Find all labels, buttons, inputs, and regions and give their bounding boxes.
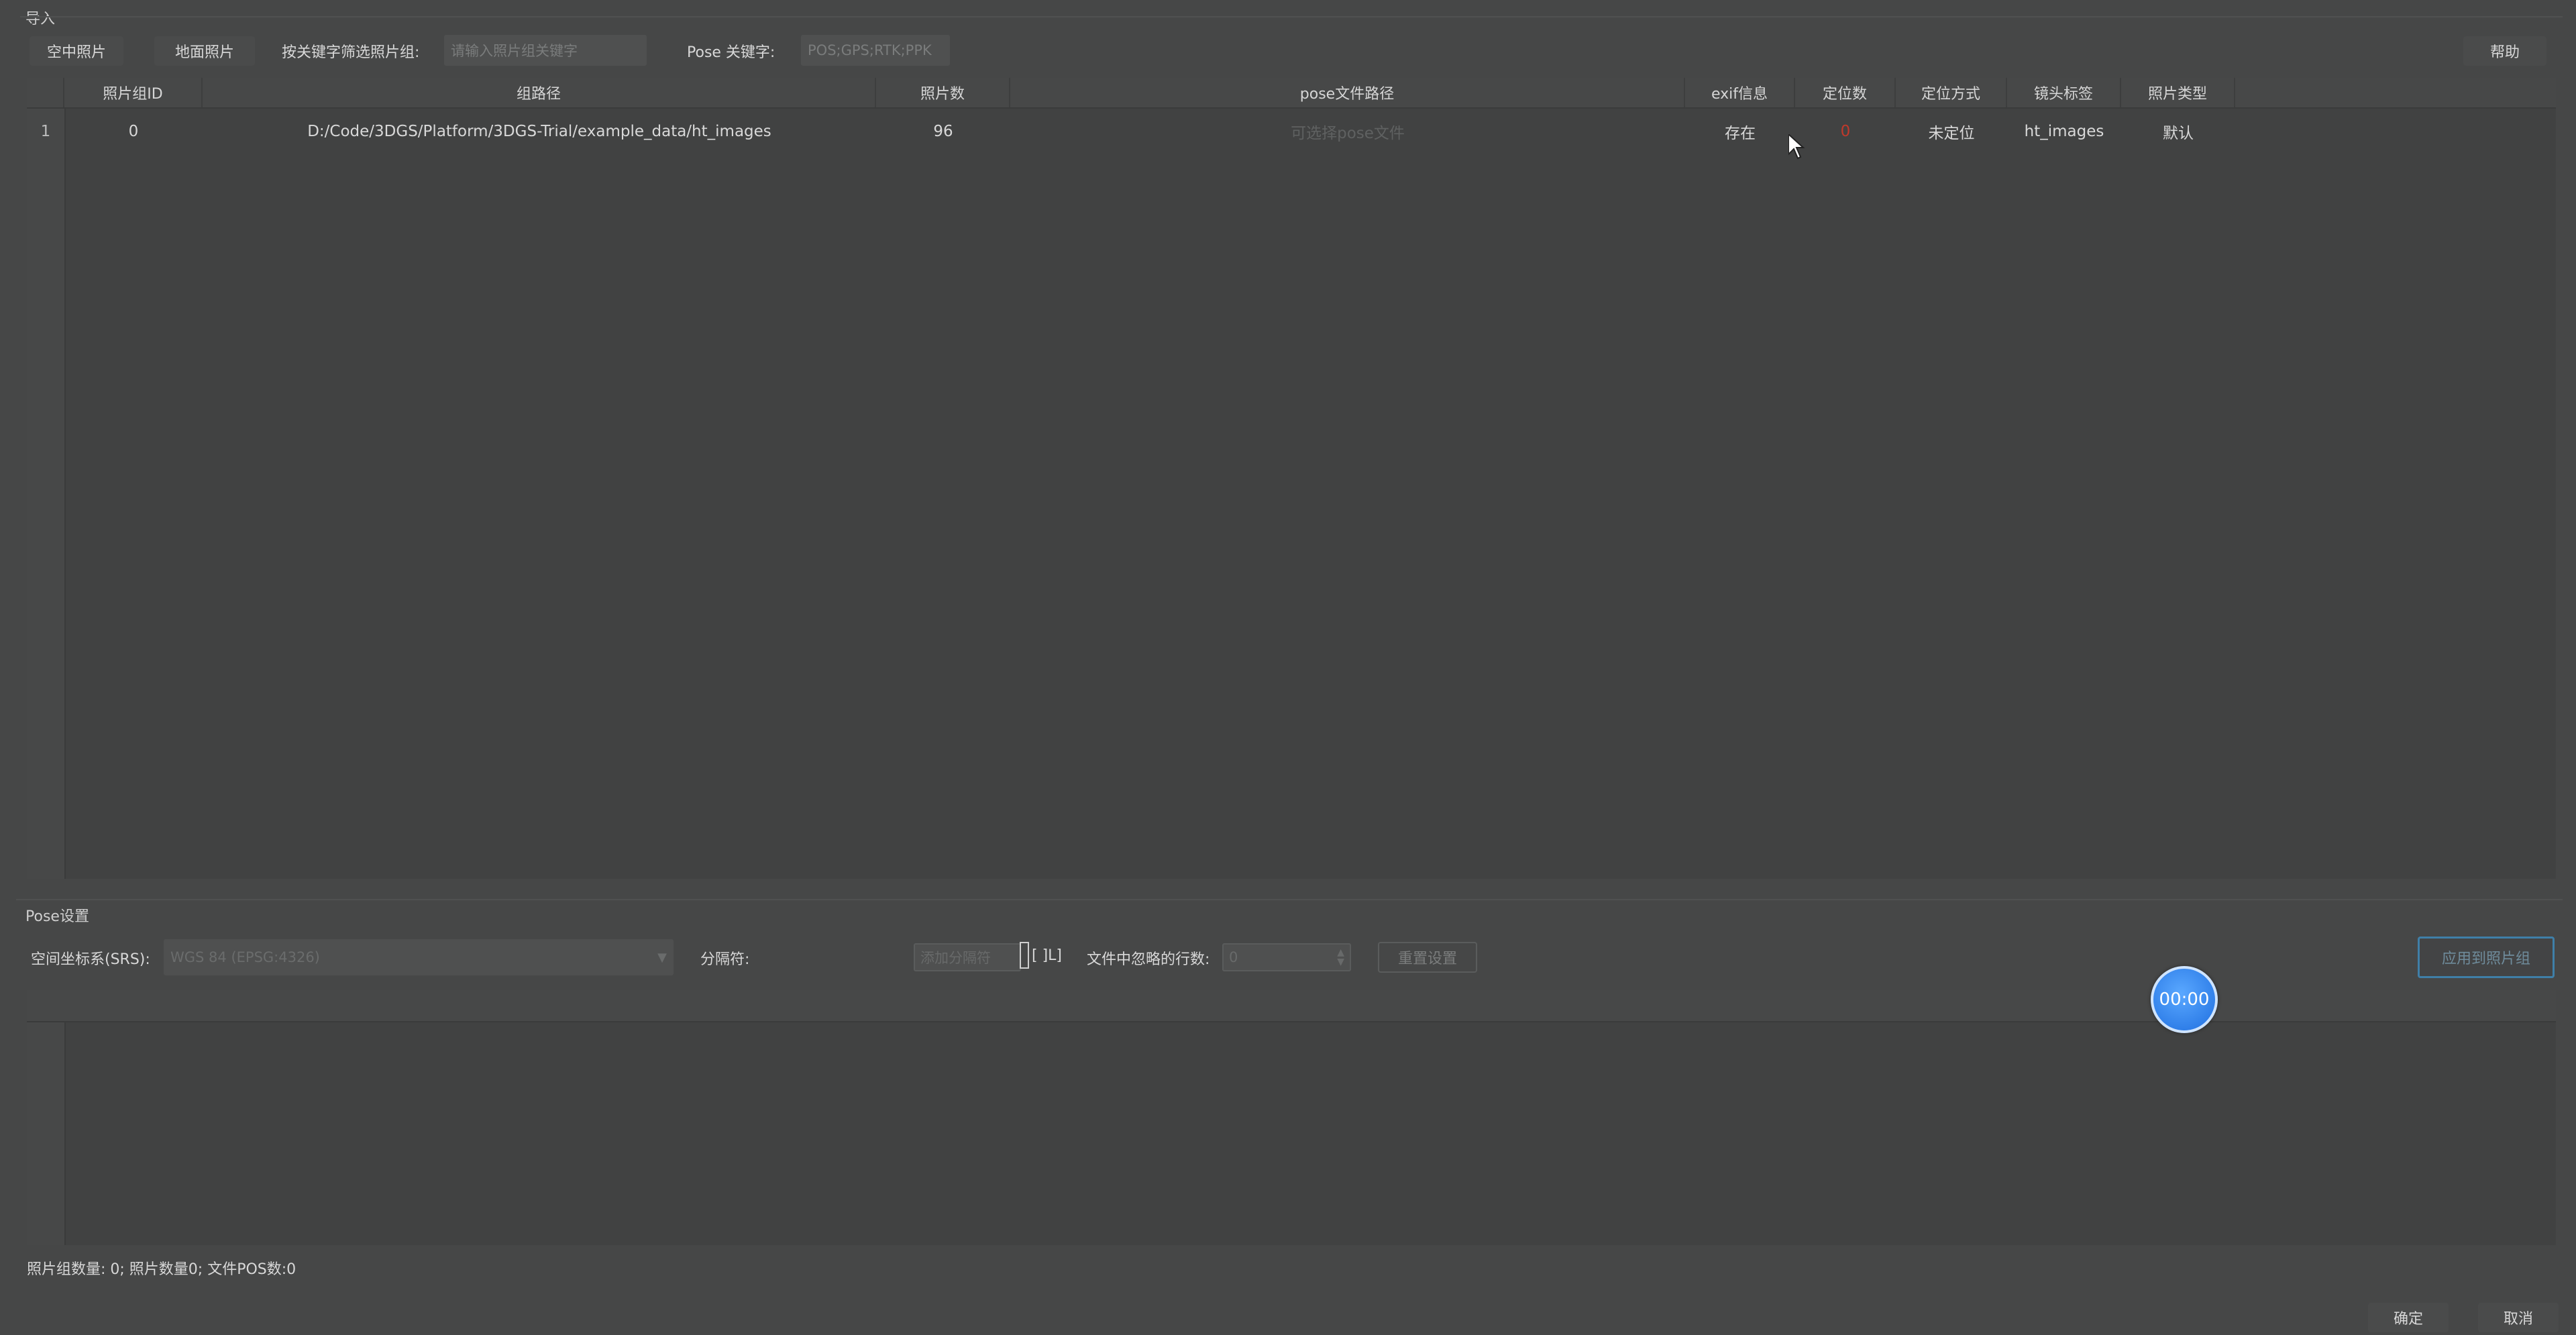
photo-group-table[interactable]: 照片组ID 组路径 照片数 pose文件路径 exif信息 定位数 定位方式 镜… xyxy=(27,78,2556,879)
pose-group-title: Pose设置 xyxy=(25,908,89,925)
header-exif[interactable]: exif信息 xyxy=(1685,78,1795,107)
delimiter-input[interactable]: 添加分隔符 xyxy=(914,943,1021,971)
cell-photo-type[interactable]: 默认 xyxy=(2121,117,2235,146)
header-pose-path[interactable]: pose文件路径 xyxy=(1010,78,1685,107)
ok-button[interactable]: 确定 xyxy=(2368,1303,2449,1332)
apply-to-group-button[interactable]: 应用到照片组 xyxy=(2418,937,2555,978)
header-loc-method[interactable]: 定位方式 xyxy=(1896,78,2007,107)
delimiter-caret xyxy=(1020,942,1029,969)
delimiter-label: 分隔符: xyxy=(700,951,750,968)
cell-exif: 存在 xyxy=(1725,125,1756,142)
row-number-column xyxy=(27,109,66,879)
pose-keyword-input[interactable]: POS;GPS;RTK;PPK xyxy=(801,35,950,66)
srs-label: 空间坐标系(SRS): xyxy=(31,951,150,968)
ignore-rows-spinbox[interactable]: 0 ▲ ▼ xyxy=(1222,943,1351,971)
header-corner xyxy=(27,78,64,107)
cell-group-path: D:/Code/3DGS/Platform/3DGS-Trial/example… xyxy=(307,123,771,140)
mouse-cursor-icon xyxy=(1788,134,1805,160)
header-lens-tag[interactable]: 镜头标签 xyxy=(2007,78,2121,107)
header-photo-type[interactable]: 照片类型 xyxy=(2121,78,2235,107)
cell-photo-count: 96 xyxy=(933,123,953,140)
header-photo-count[interactable]: 照片数 xyxy=(876,78,1010,107)
delimiter-bracket: [ ]L] xyxy=(1032,947,1062,964)
pose-group-divider xyxy=(16,899,2563,900)
table-header: 照片组ID 组路径 照片数 pose文件路径 exif信息 定位数 定位方式 镜… xyxy=(27,78,2556,109)
srs-select[interactable]: WGS 84 (EPSG:4326) ▼ xyxy=(164,939,674,975)
cell-loc-count: 0 xyxy=(1840,123,1851,140)
cell-pose-path[interactable]: 可选择pose文件 xyxy=(1010,117,1685,146)
header-group-id[interactable]: 照片组ID xyxy=(64,78,203,107)
delimiter-placeholder: 添加分隔符 xyxy=(920,950,991,966)
pose-row-number-column xyxy=(27,1022,66,1245)
row-number: 1 xyxy=(40,123,51,140)
import-group-title: 导入 xyxy=(25,11,56,28)
ignore-rows-label: 文件中忽略的行数: xyxy=(1087,951,1210,968)
cell-loc-method: 未定位 xyxy=(1928,125,1975,142)
chevron-down-icon: ▼ xyxy=(657,950,667,965)
pose-keyword-placeholder: POS;GPS;RTK;PPK xyxy=(808,42,932,58)
help-button[interactable]: 帮助 xyxy=(2463,36,2546,66)
filter-label: 按关键字筛选照片组: xyxy=(282,44,420,61)
tab-ground-photos[interactable]: 地面照片 xyxy=(154,36,255,66)
status-summary: 照片组数量: 0; 照片数量0; 文件POS数:0 xyxy=(27,1261,297,1278)
filter-placeholder: 请输入照片组关键字 xyxy=(451,43,578,59)
header-loc-count[interactable]: 定位数 xyxy=(1795,78,1896,107)
cell-group-id: 0 xyxy=(128,123,139,140)
tab-aerial-photos[interactable]: 空中照片 xyxy=(30,36,123,66)
cell-lens-tag: ht_images xyxy=(2024,123,2104,140)
recording-timer[interactable]: 00:00 xyxy=(2151,966,2218,1033)
ignore-rows-value: 0 xyxy=(1229,949,1238,965)
table-row[interactable]: 1 0 D:/Code/3DGS/Platform/3DGS-Trial/exa… xyxy=(27,117,2556,146)
import-group-border xyxy=(20,16,2563,17)
cancel-button[interactable]: 取消 xyxy=(2478,1303,2559,1332)
srs-value: WGS 84 (EPSG:4326) xyxy=(170,949,320,965)
pose-keyword-label: Pose 关键字: xyxy=(687,44,775,61)
header-group-path[interactable]: 组路径 xyxy=(203,78,876,107)
reset-settings-button[interactable]: 重置设置 xyxy=(1378,942,1477,973)
spinner-arrows-icon[interactable]: ▲ ▼ xyxy=(1337,948,1344,967)
filter-input[interactable]: 请输入照片组关键字 xyxy=(444,35,647,66)
